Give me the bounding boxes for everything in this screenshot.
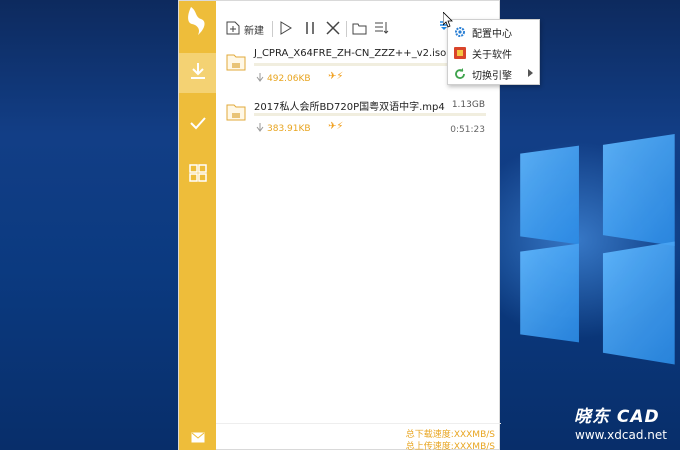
progress-bar xyxy=(254,113,486,116)
info-box-icon xyxy=(454,47,466,59)
folder-icon xyxy=(352,20,367,39)
file-folder-icon xyxy=(226,103,246,121)
download-list: J_CPRA_X64FRE_ZH-CN_ZZZ++_v2.iso 492.06K… xyxy=(216,43,501,419)
new-task-label: 新建 xyxy=(244,25,264,37)
sidebar-item-completed[interactable] xyxy=(179,105,216,145)
sidebar-item-downloading[interactable] xyxy=(179,53,216,93)
close-x-icon xyxy=(326,20,340,39)
file-name: 2017私人会所BD720P国粤双语中字.mp4 xyxy=(254,102,445,113)
mail-icon xyxy=(191,428,205,447)
remaining-time: 0:51:23 xyxy=(450,125,485,135)
file-folder-icon xyxy=(226,53,246,71)
toolbar-divider xyxy=(272,21,273,37)
arrow-down-icon xyxy=(256,123,264,135)
app-logo-icon xyxy=(183,5,213,37)
windows-logo-wallpaper xyxy=(510,134,680,370)
download-speed: 492.06KB xyxy=(256,73,311,85)
main-menu-dropdown: 配置中心 关于软件 切换引擎 xyxy=(447,19,540,85)
accelerate-icon[interactable]: ✈⚡ xyxy=(328,71,343,82)
pause-button[interactable] xyxy=(304,15,316,43)
mouse-cursor-icon xyxy=(442,11,453,28)
download-speed: 383.91KB xyxy=(256,123,311,135)
toolbar-divider xyxy=(346,21,347,37)
open-folder-button[interactable] xyxy=(352,15,367,43)
menu-item-settings[interactable]: 配置中心 xyxy=(448,22,541,42)
start-button[interactable] xyxy=(280,15,292,43)
file-size: 1.13GB xyxy=(451,100,485,110)
menu-item-switch-engine[interactable]: 切换引擎 xyxy=(448,64,541,84)
sort-list-icon xyxy=(374,20,389,39)
delete-button[interactable] xyxy=(326,15,340,43)
submenu-arrow-icon xyxy=(528,69,533,80)
list-item[interactable]: 2017私人会所BD720P国粤双语中字.mp4 1.13GB 383.91KB… xyxy=(216,95,501,153)
checkmark-icon xyxy=(188,113,208,137)
sidebar-item-apps[interactable] xyxy=(179,155,216,195)
pause-icon xyxy=(304,20,316,39)
gear-icon xyxy=(454,26,466,38)
play-icon xyxy=(280,20,292,39)
refresh-icon xyxy=(454,68,466,80)
arrow-down-icon xyxy=(256,73,264,85)
watermark-logo: 晓东 CAD xyxy=(574,407,660,427)
download-icon xyxy=(188,61,208,85)
feedback-button[interactable] xyxy=(179,423,216,450)
menu-item-about[interactable]: 关于软件 xyxy=(448,43,541,63)
status-bar: 总下载速度:XXXMB/S 总上传速度:XXXMB/S xyxy=(216,423,501,450)
sidebar xyxy=(179,1,216,450)
total-upload-speed: 总上传速度:XXXMB/S xyxy=(405,442,495,450)
sort-button[interactable] xyxy=(374,15,389,43)
watermark-url: www.xdcad.net xyxy=(575,428,667,442)
file-name: J_CPRA_X64FRE_ZH-CN_ZZZ++_v2.iso xyxy=(254,48,447,59)
new-file-icon xyxy=(226,20,240,39)
new-task-button[interactable]: 新建 xyxy=(226,15,264,43)
grid-icon xyxy=(188,163,208,187)
accelerate-icon[interactable]: ✈⚡ xyxy=(328,121,343,132)
